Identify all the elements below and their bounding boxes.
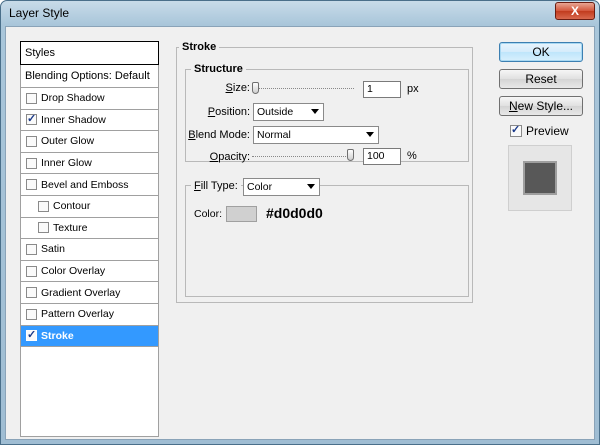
- checkbox[interactable]: [38, 222, 49, 234]
- opacity-input[interactable]: 100: [363, 148, 401, 165]
- style-option-label: Stroke: [41, 329, 74, 342]
- layer-style-dialog: Layer Style X Styles Blending Options: D…: [0, 0, 600, 445]
- stroke-group-title: Stroke: [179, 41, 220, 53]
- opacity-slider-track[interactable]: [252, 156, 354, 157]
- size-input[interactable]: 1: [363, 81, 401, 98]
- size-slider-track[interactable]: [252, 88, 354, 89]
- style-option-label: Color Overlay: [41, 265, 106, 278]
- structure-group-title: Structure: [191, 63, 246, 75]
- checkbox[interactable]: [26, 287, 37, 299]
- style-option-outer-glow[interactable]: Outer Glow: [21, 131, 158, 153]
- style-option-pattern-overlay[interactable]: Pattern Overlay: [21, 304, 158, 326]
- checkbox[interactable]: [26, 243, 37, 255]
- style-option-label: Bevel and Emboss: [41, 178, 129, 191]
- checkbox[interactable]: [26, 112, 37, 126]
- reset-button[interactable]: Reset: [499, 69, 583, 89]
- fill-group: Fill Type: Color Color: #d0d0d0: [185, 178, 469, 297]
- style-option-contour[interactable]: Contour: [21, 196, 158, 218]
- style-option-inner-shadow[interactable]: Inner Shadow: [21, 110, 158, 132]
- style-option-label: Outer Glow: [41, 135, 95, 148]
- position-select[interactable]: Outside: [253, 103, 324, 121]
- style-option-stroke[interactable]: Stroke: [21, 325, 158, 348]
- blending-options-item[interactable]: Blending Options: Default: [21, 64, 158, 88]
- style-option-drop-shadow[interactable]: Drop Shadow: [21, 88, 158, 110]
- style-option-bevel-and-emboss[interactable]: Bevel and Emboss: [21, 174, 158, 196]
- style-option-satin[interactable]: Satin: [21, 239, 158, 261]
- styles-list: Styles Blending Options: Default Drop Sh…: [20, 41, 159, 437]
- stroke-group: Stroke Structure Size: 1 px Position: Ou…: [176, 41, 473, 303]
- blend-mode-value: Normal: [257, 129, 291, 141]
- chevron-down-icon: [307, 184, 315, 189]
- chevron-down-icon: [311, 109, 319, 114]
- size-slider-thumb[interactable]: [252, 82, 259, 94]
- window-title: Layer Style: [9, 6, 70, 20]
- style-option-gradient-overlay[interactable]: Gradient Overlay: [21, 282, 158, 304]
- dialog-body: Styles Blending Options: Default Drop Sh…: [5, 26, 595, 440]
- style-option-texture[interactable]: Texture: [21, 218, 158, 240]
- preview-label: Preview: [526, 124, 569, 138]
- style-options: Drop Shadow Inner Shadow Outer Glow Inner G…: [21, 88, 158, 348]
- position-value: Outside: [257, 106, 294, 118]
- style-option-label: Pattern Overlay: [41, 308, 114, 321]
- checkbox[interactable]: [26, 179, 37, 191]
- opacity-unit: %: [407, 150, 417, 162]
- preview-checkbox[interactable]: [510, 123, 522, 137]
- checkbox[interactable]: [26, 135, 37, 147]
- checkbox[interactable]: [26, 265, 37, 277]
- structure-group: Structure Size: 1 px Position: Outside B…: [185, 63, 469, 165]
- checkbox[interactable]: [26, 328, 37, 342]
- style-preview: [508, 145, 572, 211]
- blend-mode-select[interactable]: Normal: [253, 126, 379, 144]
- style-option-label: Drop Shadow: [41, 92, 105, 105]
- title-bar[interactable]: Layer Style X: [1, 1, 599, 25]
- blend-mode-label: Blend Mode:: [188, 129, 250, 141]
- style-option-label: Texture: [53, 221, 88, 234]
- ok-button[interactable]: OK: [499, 42, 583, 62]
- new-style-button[interactable]: New Style...: [499, 96, 583, 116]
- chevron-down-icon: [366, 132, 374, 137]
- style-option-label: Contour: [53, 200, 91, 213]
- size-label: Size:: [225, 82, 250, 94]
- fill-type-value: Color: [247, 181, 273, 193]
- close-button[interactable]: X: [555, 2, 595, 20]
- preview-swatch: [523, 161, 557, 195]
- checkbox[interactable]: [26, 308, 37, 320]
- opacity-label: Opacity:: [209, 151, 250, 163]
- checkbox[interactable]: [26, 157, 37, 169]
- preview-toggle[interactable]: Preview: [510, 123, 569, 138]
- size-unit: px: [407, 83, 419, 95]
- style-option-label: Inner Shadow: [41, 113, 106, 126]
- style-option-color-overlay[interactable]: Color Overlay: [21, 261, 158, 283]
- position-label: Position:: [207, 106, 250, 118]
- checkbox[interactable]: [26, 92, 37, 104]
- style-option-inner-glow[interactable]: Inner Glow: [21, 153, 158, 175]
- style-option-label: Satin: [41, 243, 65, 256]
- fill-type-label: Fill Type:: [191, 180, 241, 192]
- style-option-label: Gradient Overlay: [41, 286, 121, 299]
- color-swatch[interactable]: [226, 206, 257, 222]
- styles-header[interactable]: Styles: [20, 41, 159, 65]
- checkbox[interactable]: [38, 200, 49, 212]
- opacity-slider-thumb[interactable]: [347, 149, 354, 161]
- fill-type-select[interactable]: Color: [243, 178, 320, 196]
- color-hex-text: #d0d0d0: [266, 205, 323, 221]
- color-label: Color:: [194, 208, 223, 220]
- style-option-label: Inner Glow: [41, 157, 92, 170]
